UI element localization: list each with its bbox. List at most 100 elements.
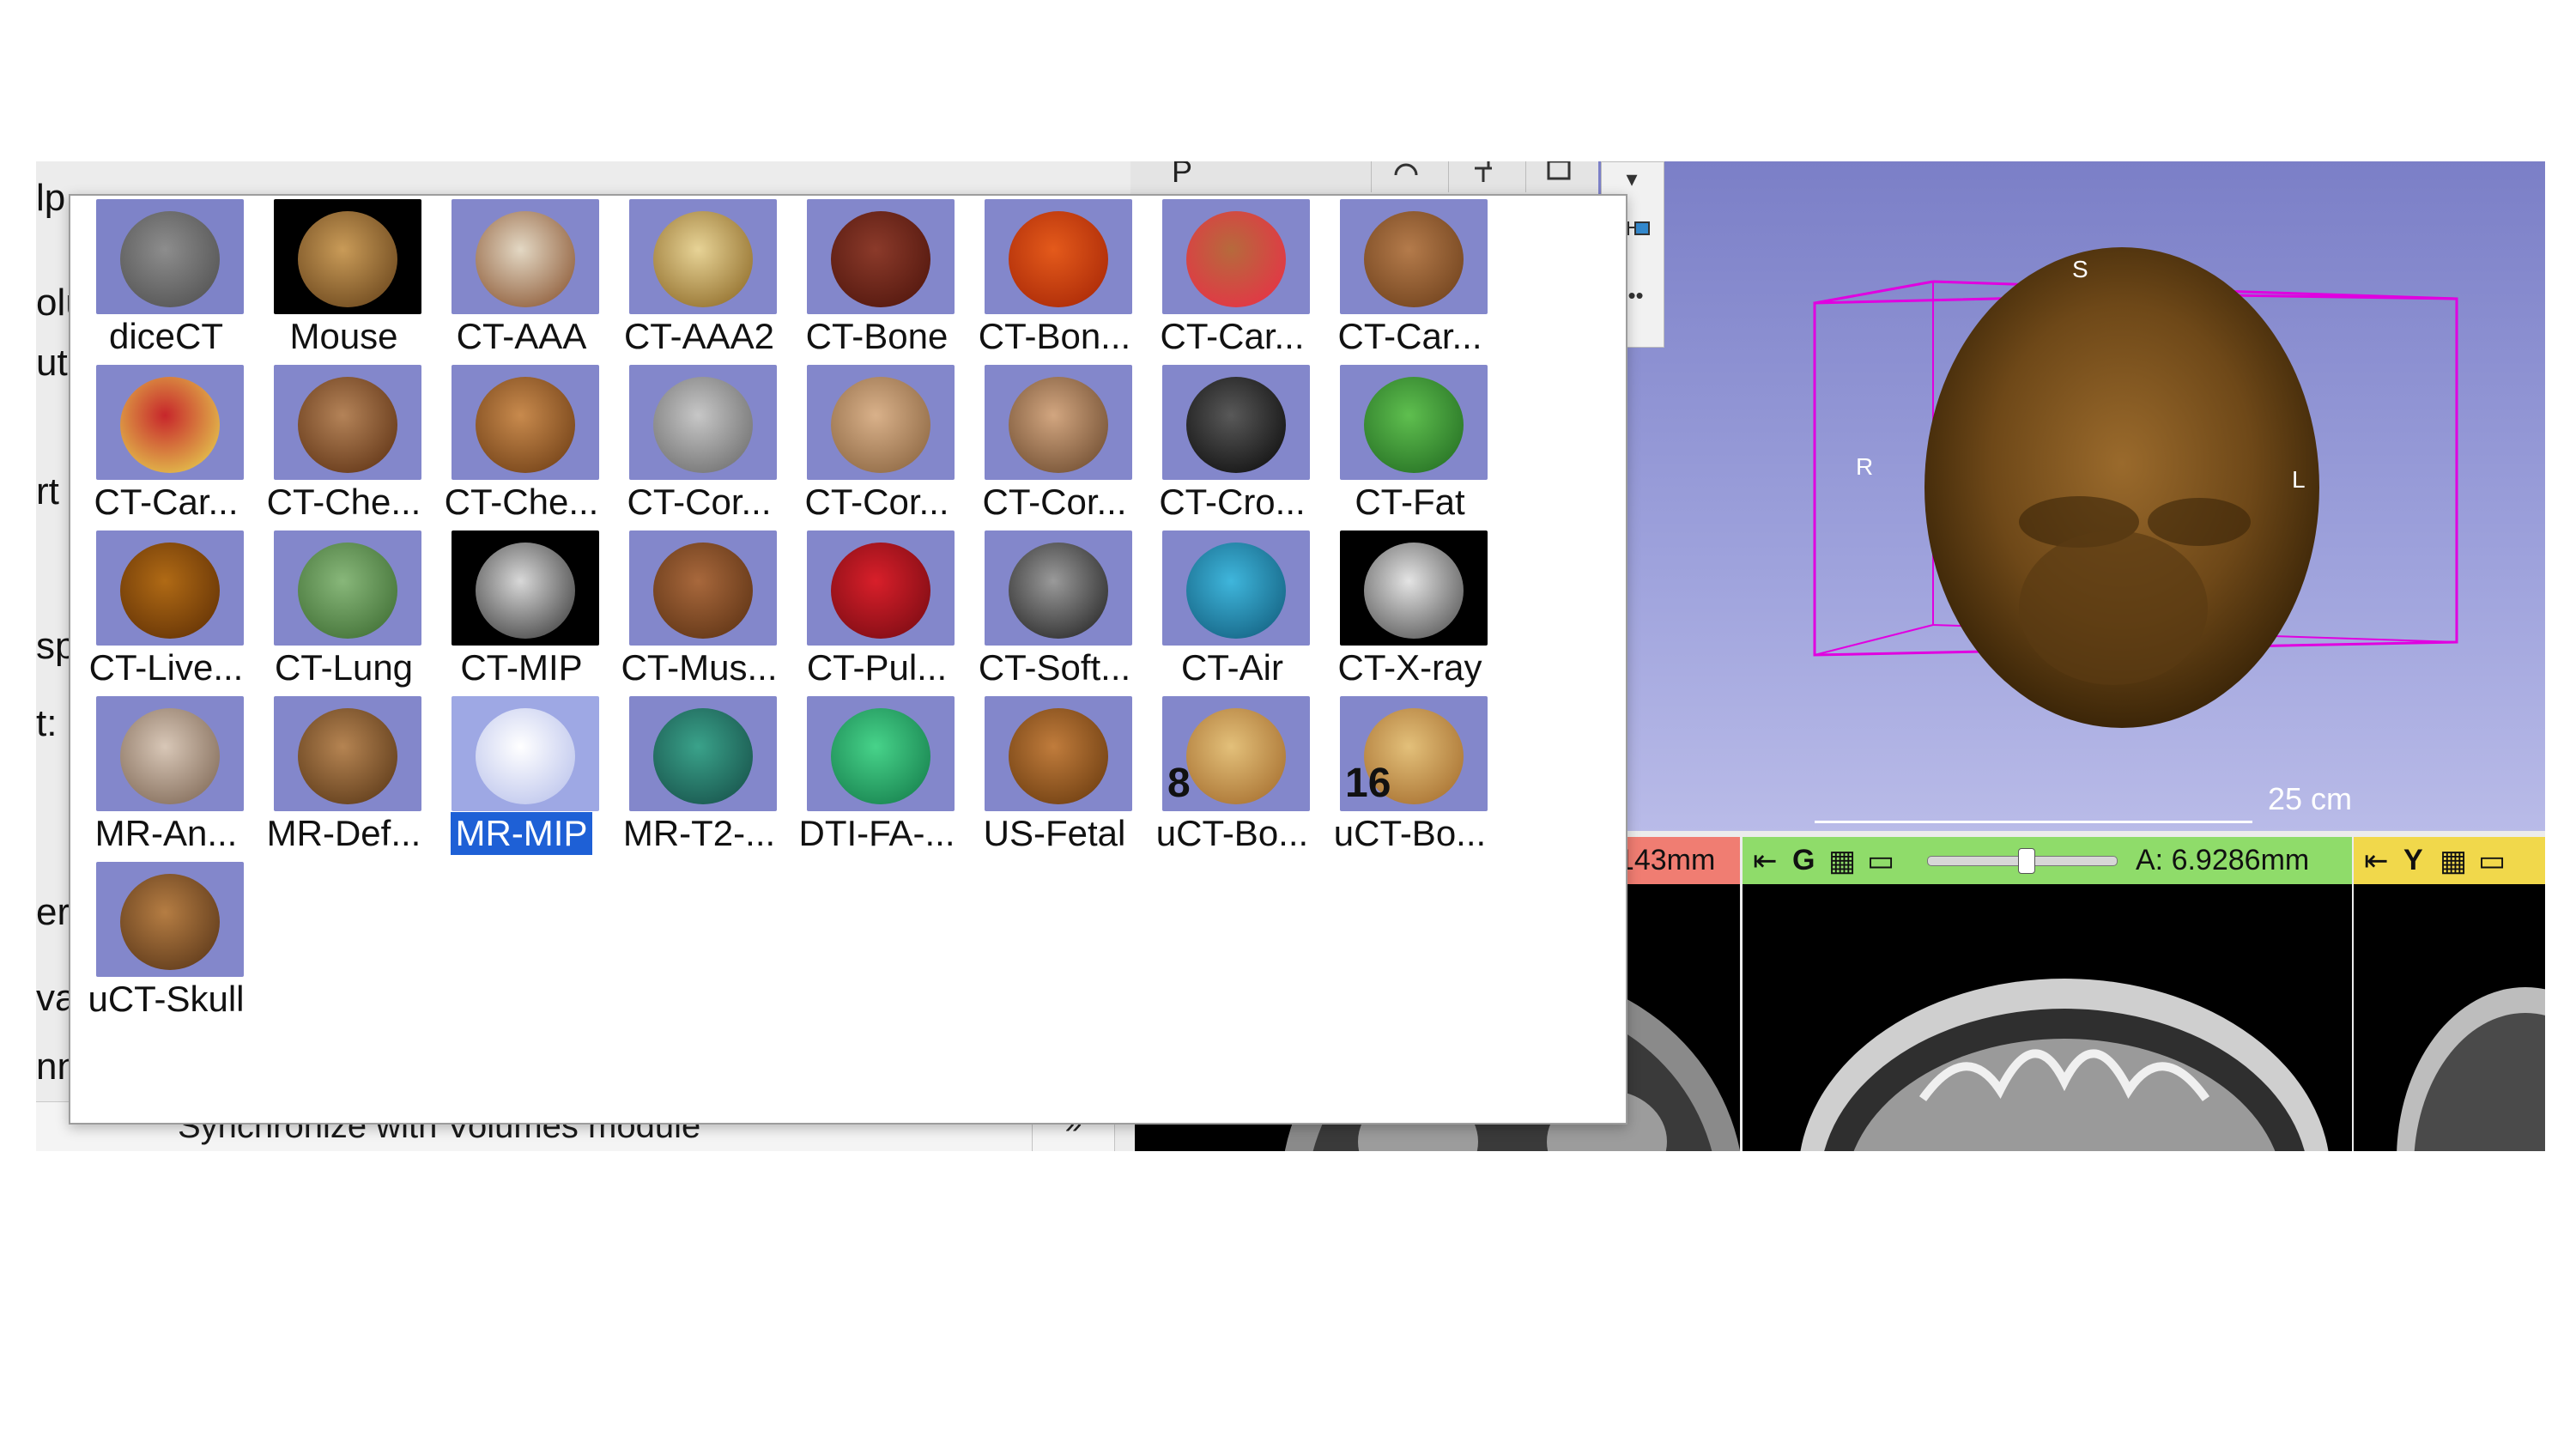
preset-item[interactable]: CT-Pul...: [788, 530, 966, 696]
link-icon[interactable]: ▦: [1828, 844, 1856, 878]
preset-item[interactable]: CT-AAA2: [610, 199, 788, 365]
slicer-app: lp olu ut rt sp t: eri va nn Synchronize…: [36, 161, 2545, 1151]
preset-render-shape: [653, 211, 753, 307]
preset-thumbnail: [985, 696, 1132, 811]
preset-render-shape: [831, 543, 930, 639]
preset-label: CT-Car...: [1160, 316, 1305, 356]
3d-view[interactable]: S R L: [1598, 161, 2545, 831]
yellow-slice-view[interactable]: [2354, 884, 2545, 1151]
preset-label: CT-Cro...: [1159, 482, 1306, 522]
pin-icon[interactable]: [1448, 161, 1518, 192]
preset-label: diceCT: [108, 316, 224, 356]
pin-icon[interactable]: ⇤: [2364, 844, 2389, 878]
preset-thumbnail: [1340, 365, 1488, 480]
preset-thumbnail: [452, 199, 599, 314]
preset-item[interactable]: uCT-Skull: [77, 862, 255, 1028]
volume-rendering-preset-popup[interactable]: diceCT Mouse CT-AAA CT-AAA2 CT-Bone CT-Bon...…: [69, 194, 1627, 1125]
preset-item[interactable]: CT-Mus...: [610, 530, 788, 696]
preset-render-shape: [120, 874, 220, 970]
preset-label: MR-T2-...: [622, 813, 776, 853]
preset-item[interactable]: CT-Cor...: [610, 365, 788, 530]
preset-item[interactable]: CT-Che...: [433, 365, 610, 530]
toolbar-p-button[interactable]: P: [1148, 161, 1216, 192]
preset-render-shape: [653, 377, 753, 473]
preset-label: CT-AAA2: [623, 316, 775, 356]
preset-label: uCT-Bo...: [1333, 813, 1487, 853]
edit-icon[interactable]: [1525, 161, 1595, 192]
preset-thumbnail: [629, 199, 777, 314]
preset-item[interactable]: CT-Fat: [1321, 365, 1499, 530]
slider-handle[interactable]: [2018, 848, 2035, 874]
preset-item[interactable]: 16 uCT-Bo...: [1321, 696, 1499, 862]
preset-item[interactable]: CT-Cro...: [1143, 365, 1321, 530]
preset-thumbnail: [1162, 530, 1310, 646]
yellow-slice-letter: Y: [2403, 844, 2423, 876]
preset-item[interactable]: CT-Bon...: [966, 199, 1143, 365]
preset-render-shape: [298, 211, 397, 307]
preset-thumbnail: [807, 530, 955, 646]
preset-item[interactable]: MR-An...: [77, 696, 255, 862]
scale-bar: [1815, 812, 2252, 823]
preset-render-shape: [298, 708, 397, 804]
preset-item[interactable]: CT-Soft...: [966, 530, 1143, 696]
preset-item[interactable]: CT-Car...: [77, 365, 255, 530]
preset-item[interactable]: MR-Def...: [255, 696, 433, 862]
preset-render-shape: [1009, 543, 1108, 639]
maximize-icon[interactable]: ▭: [2478, 844, 2506, 878]
preset-item[interactable]: CT-Car...: [1321, 199, 1499, 365]
preset-label: CT-Cor...: [804, 482, 949, 522]
preset-item[interactable]: CT-Che...: [255, 365, 433, 530]
orientation-left: L: [2292, 466, 2306, 493]
preset-item[interactable]: diceCT: [77, 199, 255, 365]
preset-render-shape: [120, 377, 220, 473]
preset-item[interactable]: MR-T2-...: [610, 696, 788, 862]
green-slice-controller[interactable]: ⇤ G ▦ ▭ A: 6.9286mm: [1743, 837, 2352, 884]
preset-item[interactable]: CT-Cor...: [788, 365, 966, 530]
preset-label: CT-Air: [1181, 647, 1283, 688]
preset-thumbnail: [629, 696, 777, 811]
preset-thumbnail: [807, 696, 955, 811]
orientation-superior: S: [2072, 256, 2088, 282]
green-slice-view[interactable]: [1743, 884, 2352, 1151]
preset-item[interactable]: CT-Air: [1143, 530, 1321, 696]
preset-thumbnail: [452, 365, 599, 480]
preset-label: CT-Cor...: [627, 482, 772, 522]
preset-item[interactable]: CT-Cor...: [966, 365, 1143, 530]
preset-item[interactable]: CT-Live...: [77, 530, 255, 696]
preset-render-shape: [1009, 211, 1108, 307]
green-slice-letter: G: [1792, 844, 1815, 876]
orientation-right: R: [1856, 453, 1874, 480]
preset-item[interactable]: Mouse: [255, 199, 433, 365]
maximize-icon[interactable]: ▭: [1867, 844, 1894, 878]
preset-item[interactable]: US-Fetal: [966, 696, 1143, 862]
preset-label: CT-MIP: [460, 647, 583, 688]
scale-label: 25 cm: [2268, 781, 2353, 816]
preset-item[interactable]: CT-Car...: [1143, 199, 1321, 365]
preset-render-shape: [298, 377, 397, 473]
preset-render-shape: [1364, 377, 1464, 473]
pin-icon[interactable]: ⇤: [1753, 844, 1778, 878]
preset-render-shape: [120, 543, 220, 639]
yellow-slice-controller[interactable]: ⇤ Y ▦ ▭: [2354, 837, 2545, 884]
panel-text-fragment: lp: [36, 177, 66, 219]
preset-render-shape: [476, 211, 575, 307]
preset-item[interactable]: CT-Bone: [788, 199, 966, 365]
preset-thumbnail: [96, 696, 244, 811]
preset-item[interactable]: CT-Lung: [255, 530, 433, 696]
preset-label: CT-Car...: [1337, 316, 1482, 356]
preset-badge: 8: [1167, 761, 1191, 806]
preset-item[interactable]: MR-MIP: [433, 696, 610, 862]
panel-text-fragment: t:: [36, 702, 58, 744]
preset-item[interactable]: CT-MIP: [433, 530, 610, 696]
preset-item[interactable]: 8 uCT-Bo...: [1143, 696, 1321, 862]
preset-label: CT-Soft...: [978, 647, 1131, 688]
link-icon[interactable]: ▦: [2440, 844, 2467, 878]
preset-item[interactable]: DTI-FA-...: [788, 696, 966, 862]
preset-render-shape: [1364, 211, 1464, 307]
preset-item[interactable]: CT-AAA: [433, 199, 610, 365]
preset-item[interactable]: CT-X-ray: [1321, 530, 1499, 696]
preset-label: CT-Live...: [88, 647, 244, 688]
slice-slider[interactable]: [1927, 848, 2118, 874]
refresh-icon[interactable]: [1371, 161, 1440, 192]
preset-label: CT-Fat: [1355, 482, 1465, 522]
